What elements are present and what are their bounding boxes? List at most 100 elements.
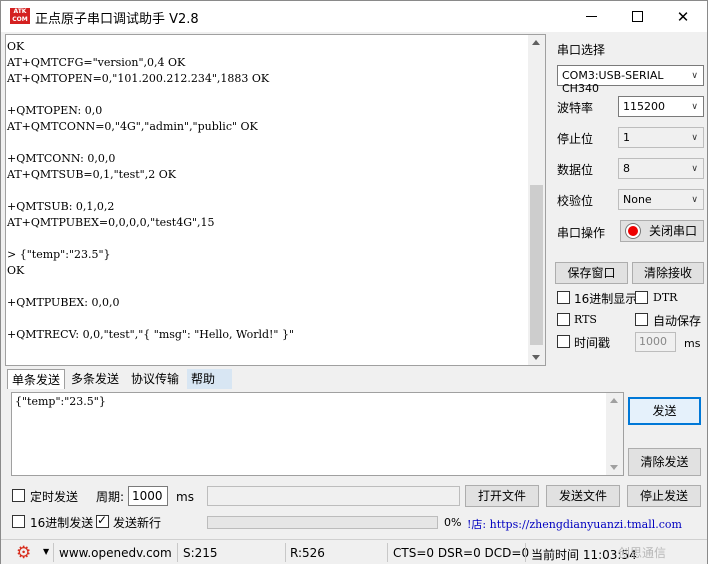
file-path-input[interactable] <box>207 486 460 506</box>
period-label: 周期: <box>96 490 125 504</box>
timestamp-input[interactable]: 1000 <box>635 332 676 352</box>
receive-line: AT+QMTCFG="version",0,4 OK <box>7 56 186 69</box>
baud-label: 波特率 <box>557 101 594 115</box>
dtr-label: DTR <box>653 291 678 304</box>
receive-line <box>7 135 530 151</box>
clear-send-button[interactable]: 清除发送 <box>628 448 701 476</box>
period-input[interactable]: 1000 <box>128 486 168 506</box>
timed-send-checkbox[interactable] <box>12 489 25 502</box>
watermark: 创思通信 <box>618 546 667 560</box>
stop-bits-select[interactable]: 1 ∨ <box>618 127 704 148</box>
parity-select[interactable]: None ∨ <box>618 189 704 210</box>
receive-line: AT+QMTPUBEX=0,0,0,0,"test4G",15 <box>7 216 215 229</box>
stop-send-button[interactable]: 停止发送 <box>627 485 701 507</box>
receive-textarea[interactable]: OK AT+QMTCFG="version",0,4 OK AT+QMTOPEN=0… <box>5 34 546 366</box>
receive-line: OK <box>7 40 25 53</box>
receive-line <box>7 311 530 327</box>
receive-line <box>7 87 530 103</box>
chevron-down-icon: ∨ <box>691 102 698 112</box>
minimize-button[interactable] <box>568 1 614 32</box>
scroll-up-icon[interactable] <box>610 398 618 403</box>
hex-send-label: 16进制发送 <box>30 516 94 530</box>
close-button[interactable]: ✕ <box>660 1 706 32</box>
scroll-down-icon[interactable] <box>610 465 618 470</box>
parity-value: None <box>623 193 652 206</box>
send-newline-label: 发送新行 <box>113 516 162 530</box>
stop-bits-label: 停止位 <box>557 132 594 146</box>
port-select[interactable]: COM3:USB-SERIAL CH340 ∨ <box>557 65 704 95</box>
receive-line <box>7 183 530 199</box>
hex-display-checkbox[interactable] <box>557 291 570 304</box>
receive-scrollbar[interactable] <box>528 35 545 365</box>
caret-down-icon[interactable]: ▼ <box>43 547 49 556</box>
status-separator <box>285 543 286 562</box>
send-button[interactable]: 发送 <box>628 397 701 425</box>
data-bits-label: 数据位 <box>557 163 594 177</box>
port-select-label: 串口选择 <box>557 43 606 57</box>
send-progress-bar <box>207 516 438 529</box>
send-newline-checkbox[interactable] <box>96 513 109 528</box>
atk-logo-icon: ATK COM <box>10 8 30 24</box>
scroll-down-icon[interactable] <box>532 355 540 360</box>
rts-checkbox[interactable] <box>557 313 570 326</box>
scroll-thumb[interactable] <box>530 185 543 345</box>
receive-line: +QMTOPEN: 0,0 <box>7 104 103 117</box>
minimize-icon <box>585 16 597 17</box>
port-value: COM3:USB-SERIAL CH340 <box>562 69 664 95</box>
baud-select[interactable]: 115200 ∨ <box>618 96 704 117</box>
period-ms-label: ms <box>176 490 194 504</box>
timestamp-checkbox[interactable] <box>557 335 570 348</box>
timestamp-ms-label: ms <box>684 337 701 350</box>
receive-line: +QMTSUB: 0,1,0,2 <box>7 200 115 213</box>
send-text: {"temp":"23.5"} <box>15 395 106 408</box>
receive-line <box>7 231 530 247</box>
receive-line <box>7 279 530 295</box>
red-led-icon <box>626 224 640 238</box>
close-port-button[interactable]: 关闭串口 <box>620 220 704 242</box>
clear-receive-button[interactable]: 清除接收 <box>632 262 704 284</box>
close-icon: ✕ <box>676 7 690 26</box>
receive-line: > {"temp":"23.5"} <box>7 248 111 261</box>
baud-value: 115200 <box>623 100 665 113</box>
receive-line: AT+QMTSUB=0,1,"test",2 OK <box>7 168 176 181</box>
progress-percent: 0% <box>444 516 462 529</box>
website-label[interactable]: www.openedv.com <box>59 546 172 560</box>
receive-text: OK AT+QMTCFG="version",0,4 OK AT+QMTOPEN=0… <box>7 39 530 343</box>
send-scrollbar[interactable] <box>606 393 623 475</box>
send-file-button[interactable]: 发送文件 <box>546 485 620 507</box>
tab-multi-send[interactable]: 多条发送 <box>67 369 124 389</box>
maximize-button[interactable] <box>614 1 660 32</box>
receive-line: OK <box>7 264 25 277</box>
maximize-icon <box>631 11 643 22</box>
timestamp-label: 时间戳 <box>574 336 611 350</box>
save-window-button[interactable]: 保存窗口 <box>555 262 628 284</box>
chevron-down-icon: ∨ <box>691 164 698 174</box>
tab-protocol[interactable]: 协议传输 <box>127 369 184 389</box>
dtr-checkbox[interactable] <box>635 291 648 304</box>
scroll-up-icon[interactable] <box>532 40 540 45</box>
close-port-label: 关闭串口 <box>649 224 698 238</box>
parity-label: 校验位 <box>557 194 594 208</box>
signal-status: CTS=0 DSR=0 DCD=0 <box>393 546 530 560</box>
chevron-down-icon: ∨ <box>691 71 698 81</box>
chevron-down-icon: ∨ <box>691 133 698 143</box>
status-separator <box>387 543 388 562</box>
data-bits-select[interactable]: 8 ∨ <box>618 158 704 179</box>
receive-line: +QMTPUBEX: 0,0,0 <box>7 296 120 309</box>
shop-link[interactable]: !店: https://zhengdianyuanzi.tmall.com <box>467 516 682 532</box>
send-textarea[interactable]: {"temp":"23.5"} <box>11 392 624 476</box>
receive-line: AT+QMTOPEN=0,"101.200.212.234",1883 OK <box>7 72 270 85</box>
tab-help[interactable]: 帮助 <box>187 369 232 389</box>
auto-save-checkbox[interactable] <box>635 313 648 326</box>
sent-count: S:215 <box>183 546 218 560</box>
receive-line: +QMTRECV: 0,0,"test","{ "msg": "Hello, W… <box>7 328 295 341</box>
hex-send-checkbox[interactable] <box>12 515 25 528</box>
status-separator <box>525 543 526 562</box>
port-op-label: 串口操作 <box>557 226 606 240</box>
window-title: 正点原子串口调试助手 V2.8 <box>35 12 199 27</box>
open-file-button[interactable]: 打开文件 <box>465 485 539 507</box>
hex-display-label: 16进制显示 <box>574 292 638 306</box>
gear-icon[interactable]: ⚙ <box>16 543 31 563</box>
tab-single-send[interactable]: 单条发送 <box>7 369 66 389</box>
stop-bits-value: 1 <box>623 131 630 144</box>
